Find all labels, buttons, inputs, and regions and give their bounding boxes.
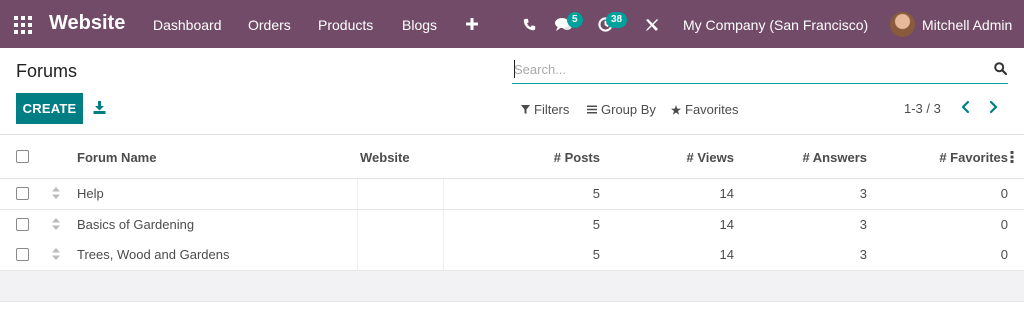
answers-cell: 3 <box>859 247 867 262</box>
activities-badge: 38 <box>606 12 628 28</box>
favorites-cell: 0 <box>1000 186 1008 201</box>
table-row[interactable]: Trees, Wood and Gardens 5 14 3 0 <box>0 240 1024 271</box>
posts-cell: 5 <box>592 247 600 262</box>
chevron-right-icon[interactable] <box>986 100 1000 114</box>
messages-badge: 5 <box>567 12 583 28</box>
website-cell <box>357 240 444 270</box>
views-cell: 14 <box>719 186 734 201</box>
views-cell: 14 <box>719 217 734 232</box>
search-icon[interactable] <box>994 62 1007 75</box>
user-menu[interactable]: Mitchell Admin <box>922 17 1012 33</box>
answers-cell: 3 <box>859 217 867 232</box>
tools-icon[interactable] <box>645 18 659 32</box>
row-checkbox[interactable] <box>16 248 29 261</box>
column-website[interactable]: Website <box>360 150 410 165</box>
row-checkbox[interactable] <box>16 187 29 200</box>
menu-blogs[interactable]: Blogs <box>402 17 437 33</box>
menu-products[interactable]: Products <box>318 17 373 33</box>
drag-handle-icon[interactable] <box>52 187 60 199</box>
menu-orders[interactable]: Orders <box>248 17 291 33</box>
download-icon[interactable] <box>93 101 106 114</box>
posts-cell: 5 <box>592 186 600 201</box>
favorites-cell: 0 <box>1000 217 1008 232</box>
views-cell: 14 <box>719 247 734 262</box>
star-icon <box>671 104 681 115</box>
favorites-cell: 0 <box>1000 247 1008 262</box>
row-checkbox[interactable] <box>16 218 29 231</box>
forum-name-cell: Help <box>77 186 104 201</box>
website-cell <box>357 179 444 209</box>
column-answers[interactable]: # Answers <box>802 150 867 165</box>
favorites-button[interactable]: Favorites <box>671 102 738 117</box>
drag-handle-icon[interactable] <box>52 218 60 230</box>
pager-value[interactable]: 1-3 / 3 <box>904 101 941 116</box>
apps-grid-icon[interactable] <box>14 16 32 34</box>
chevron-left-icon[interactable] <box>959 100 973 114</box>
table-header: Forum Name Website # Posts # Views # Ans… <box>0 135 1024 179</box>
group-by-label: Group By <box>601 102 656 117</box>
website-cell <box>357 210 444 240</box>
search-bar <box>512 57 1008 84</box>
posts-cell: 5 <box>592 217 600 232</box>
search-input[interactable] <box>514 59 984 79</box>
column-posts[interactable]: # Posts <box>554 150 600 165</box>
top-navbar: Website Dashboard Orders Products Blogs … <box>0 0 1024 48</box>
text-caret <box>514 60 515 78</box>
funnel-icon <box>521 105 530 114</box>
phone-icon[interactable] <box>523 18 536 31</box>
column-views[interactable]: # Views <box>687 150 734 165</box>
forum-name-cell: Basics of Gardening <box>77 217 195 232</box>
vertical-dots-icon[interactable] <box>1010 151 1014 163</box>
forum-name-cell: Trees, Wood and Gardens <box>77 247 230 262</box>
app-brand[interactable]: Website <box>49 12 125 35</box>
column-favorites[interactable]: # Favorites <box>939 150 1008 165</box>
company-switcher[interactable]: My Company (San Francisco) <box>683 17 868 33</box>
table-row[interactable]: Basics of Gardening 5 14 3 0 <box>0 210 1024 241</box>
filters-button[interactable]: Filters <box>521 102 569 117</box>
menu-dashboard[interactable]: Dashboard <box>153 17 222 33</box>
create-button[interactable]: CREATE <box>16 93 83 124</box>
table-row[interactable]: Help 5 14 3 0 <box>0 179 1024 210</box>
plus-icon[interactable] <box>466 18 478 30</box>
answers-cell: 3 <box>859 186 867 201</box>
filters-label: Filters <box>534 102 570 117</box>
select-all-checkbox[interactable] <box>16 150 29 163</box>
group-by-button[interactable]: Group By <box>587 102 656 117</box>
list-icon <box>587 105 597 114</box>
avatar[interactable] <box>890 12 915 37</box>
page-title: Forums <box>16 61 78 81</box>
drag-handle-icon[interactable] <box>52 248 60 260</box>
favorites-label: Favorites <box>685 102 739 117</box>
column-forum-name[interactable]: Forum Name <box>77 150 156 165</box>
table-footer <box>0 271 1024 302</box>
